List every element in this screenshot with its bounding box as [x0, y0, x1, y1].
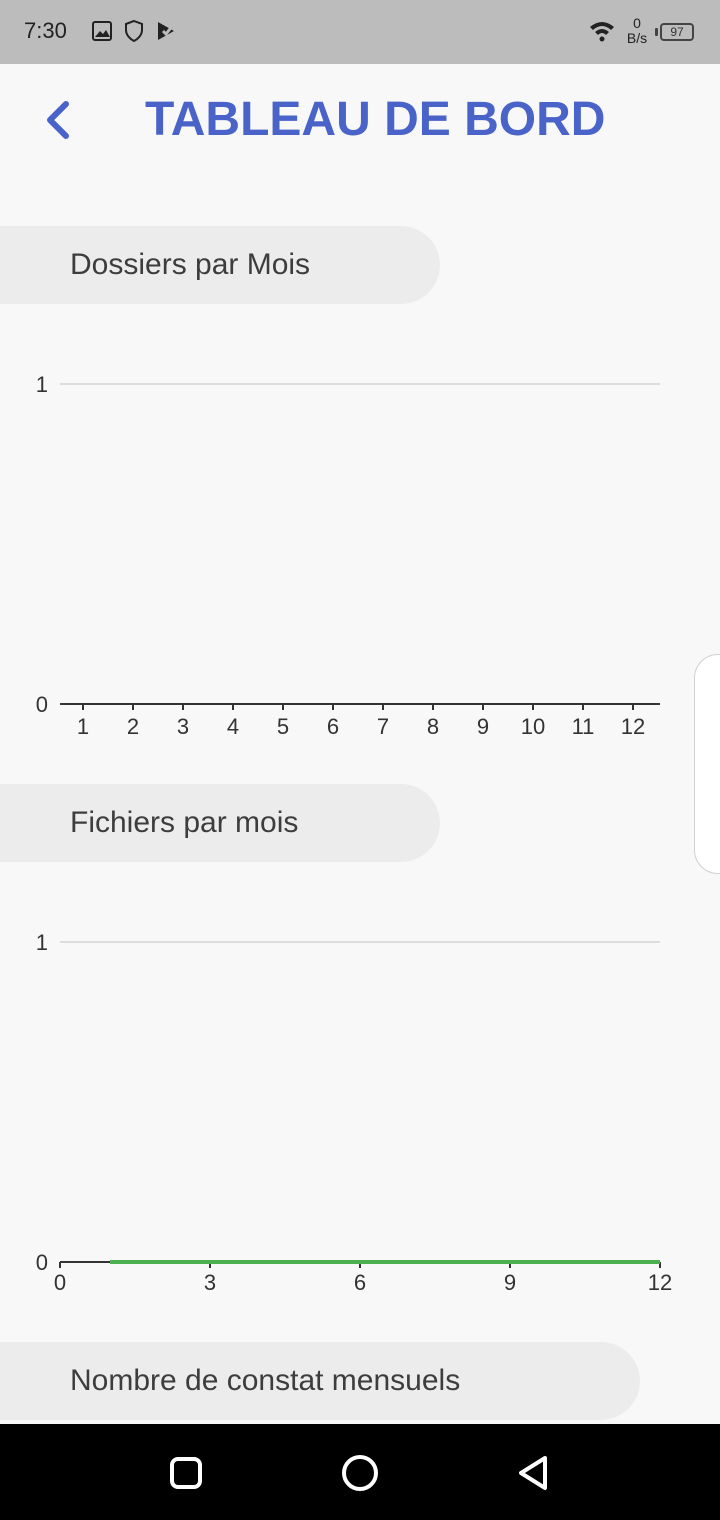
chart-dossiers-par-mois: 0 1 1 2 3 4 5 6 7 8 9 10 11 12 [0, 360, 720, 760]
x-tick-label: 5 [277, 714, 289, 739]
network-speed-unit: B/s [626, 30, 648, 46]
y-tick-label: 1 [36, 372, 48, 397]
x-tick-label: 8 [427, 714, 439, 739]
x-tick-label: 6 [354, 1270, 366, 1295]
y-tick-label: 0 [36, 692, 48, 717]
x-tick-label: 4 [227, 714, 239, 739]
page-title: TABLEAU DE BORD [145, 93, 606, 146]
network-speed-value: 0 [633, 15, 641, 31]
x-tick-label: 2 [127, 714, 139, 739]
y-tick-label: 0 [36, 1250, 48, 1275]
image-icon [92, 21, 112, 41]
x-tick-label: 0 [54, 1270, 66, 1295]
x-tick-label: 6 [327, 714, 339, 739]
battery-cap [655, 28, 658, 36]
x-tick-label: 12 [621, 714, 645, 739]
status-time: 7:30 [24, 18, 67, 43]
section-header-constats: Nombre de constat mensuels [0, 1342, 640, 1420]
play-check-icon [158, 22, 175, 40]
chevron-left-icon[interactable] [30, 94, 82, 146]
shield-icon [125, 19, 143, 43]
x-tick-label: 12 [648, 1270, 672, 1295]
section-label: Dossiers par Mois [70, 248, 311, 281]
battery-level: 97 [670, 25, 684, 39]
wifi-icon [590, 22, 614, 42]
x-tick-label: 7 [377, 714, 389, 739]
side-drawer-handle[interactable] [694, 654, 720, 874]
chart-fichiers-par-mois: 0 1 0 3 6 9 12 [0, 918, 720, 1318]
chart-dossiers-svg: 011 2 3 4 5 6 7 8 9 10 11 12 [36, 372, 660, 739]
app-header: TABLEAU DE BORD [0, 64, 720, 174]
x-tick-label: 9 [477, 714, 489, 739]
y-tick-label: 1 [36, 930, 48, 955]
x-tick-label: 9 [504, 1270, 516, 1295]
system-nav-bar [0, 1424, 720, 1520]
status-bar: 7:30 0 B/s 97 [0, 0, 720, 64]
chart-fichiers-svg: 0 1 0 3 6 9 12 [36, 930, 672, 1295]
recent-apps-icon[interactable] [161, 1448, 211, 1498]
back-icon[interactable] [509, 1448, 559, 1498]
x-tick-label: 3 [204, 1270, 216, 1295]
home-icon[interactable] [335, 1448, 385, 1498]
battery-icon: 97 [660, 23, 694, 41]
section-header-fichiers: Fichiers par mois [0, 784, 440, 862]
x-tick-label: 3 [177, 714, 189, 739]
x-tick-label: 11 [572, 714, 595, 739]
x-tick-label: 10 [521, 714, 545, 739]
section-label: Nombre de constat mensuels [70, 1364, 461, 1397]
section-label: Fichiers par mois [70, 806, 299, 839]
x-tick-label: 1 [77, 714, 89, 739]
network-speed: 0 B/s [622, 16, 652, 46]
section-header-dossiers: Dossiers par Mois [0, 226, 440, 304]
